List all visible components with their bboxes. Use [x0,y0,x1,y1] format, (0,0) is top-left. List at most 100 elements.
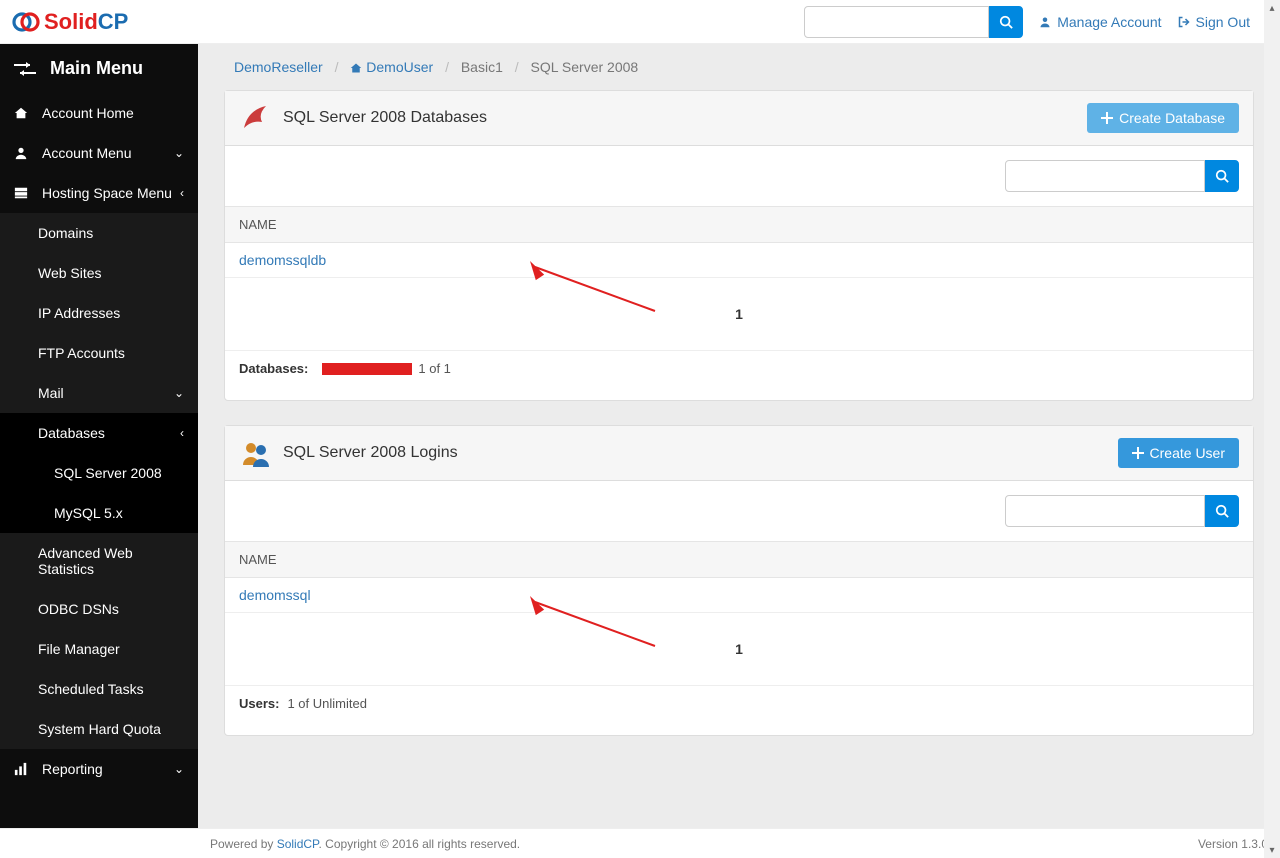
sign-out-icon [1178,16,1190,28]
global-search-button[interactable] [989,6,1023,38]
sidebar-item-domains[interactable]: Domains [0,213,198,253]
logins-search-button[interactable] [1205,495,1239,527]
table-row: demomssql [225,578,1253,613]
scroll-down-icon[interactable]: ▾ [1264,842,1280,858]
databases-search-button[interactable] [1205,160,1239,192]
sidebar-item-ip-addresses[interactable]: IP Addresses [0,293,198,333]
sidebar-item-label: System Hard Quota [38,721,161,737]
sidebar-title: Main Menu [0,44,198,93]
content: DemoReseller / DemoUser / Basic1 / SQL S… [198,44,1280,828]
breadcrumb-reseller[interactable]: DemoReseller [234,59,323,75]
search-icon [999,15,1013,29]
footer: Powered by SolidCP. Copyright © 2016 all… [0,828,1280,858]
sqlserver-icon [239,101,273,135]
sidebar-item-account-home[interactable]: Account Home [0,93,198,133]
search-icon [1215,169,1229,183]
summary-label: Databases: [239,361,308,376]
version-label: Version 1.3.0 [1198,837,1268,851]
user-icon [14,146,30,160]
server-icon [14,186,30,200]
sidebar-item-label: Account Home [42,105,134,121]
sidebar-item-label: ODBC DSNs [38,601,119,617]
manage-account-label: Manage Account [1057,14,1161,30]
column-header-name[interactable]: NAME [225,206,1253,243]
plus-icon [1132,447,1144,459]
home-icon [14,106,30,120]
manage-account-link[interactable]: Manage Account [1039,14,1161,30]
sidebar-item-label: Hosting Space Menu [42,185,172,201]
users-icon [239,436,273,470]
global-search-input[interactable] [804,6,989,38]
breadcrumb-user[interactable]: DemoUser [350,59,437,75]
sidebar-item-databases[interactable]: Databases ‹ [0,413,198,453]
sidebar-item-system-hard-quota[interactable]: System Hard Quota [0,709,198,749]
scroll-up-icon[interactable]: ▴ [1264,0,1280,16]
chevron-down-icon: ⌄ [174,386,184,400]
sign-out-link[interactable]: Sign Out [1178,14,1250,30]
breadcrumb-leaf: SQL Server 2008 [531,59,639,75]
logins-search-input[interactable] [1005,495,1205,527]
sidebar-item-label: SQL Server 2008 [54,465,162,481]
create-database-button[interactable]: Create Database [1087,103,1239,133]
databases-search [1005,160,1239,192]
chevron-left-icon: ‹ [180,426,184,440]
breadcrumb-plan: Basic1 [461,59,503,75]
sidebar-item-odbc-dsns[interactable]: ODBC DSNs [0,589,198,629]
panel-title: SQL Server 2008 Logins [283,444,458,462]
sidebar-item-label: MySQL 5.x [54,505,123,521]
logins-search [1005,495,1239,527]
home-icon [350,62,362,74]
sidebar-item-sql-server-2008[interactable]: SQL Server 2008 [0,453,198,493]
sidebar-item-label: FTP Accounts [38,345,125,361]
sidebar-item-account-menu[interactable]: Account Menu ⌄ [0,133,198,173]
sidebar-item-label: Scheduled Tasks [38,681,144,697]
browser-scrollbar[interactable]: ▴ ▾ [1264,0,1280,858]
sidebar-item-ftp-accounts[interactable]: FTP Accounts [0,333,198,373]
sidebar-item-reporting[interactable]: Reporting ⌄ [0,749,198,789]
databases-search-input[interactable] [1005,160,1205,192]
login-link[interactable]: demomssql [239,587,311,603]
sidebar-item-label: Databases [38,425,105,441]
sidebar-item-label: Mail [38,385,64,401]
pager: 1 [225,278,1253,350]
sidebar-item-label: Reporting [42,761,103,777]
plus-icon [1101,112,1113,124]
column-header-name[interactable]: NAME [225,541,1253,578]
users-summary: Users: 1 of Unlimited [225,685,1253,721]
database-link[interactable]: demomssqldb [239,252,326,268]
chart-icon [14,762,30,776]
logo-icon [10,6,42,38]
sidebar-item-websites[interactable]: Web Sites [0,253,198,293]
search-icon [1215,504,1229,518]
menu-icon [14,60,36,78]
footer-text: Powered by SolidCP. Copyright © 2016 all… [210,837,520,851]
sidebar-item-advanced-web-statistics[interactable]: Advanced Web Statistics [0,533,198,589]
sidebar-item-mail[interactable]: Mail ⌄ [0,373,198,413]
sidebar-item-mysql-5x[interactable]: MySQL 5.x [0,493,198,533]
logins-panel: SQL Server 2008 Logins Create User NAME … [224,425,1254,736]
top-bar: SolidCP Manage Account Sign Out [0,0,1280,44]
footer-brand-link[interactable]: SolidCP [277,837,319,851]
databases-summary: Databases: 1 of 1 [225,350,1253,386]
sidebar-item-label: Web Sites [38,265,102,281]
sidebar-item-label: Domains [38,225,93,241]
breadcrumb: DemoReseller / DemoUser / Basic1 / SQL S… [198,44,1280,90]
create-user-button[interactable]: Create User [1118,438,1239,468]
logo-text: SolidCP [44,9,128,35]
page-number[interactable]: 1 [735,306,743,322]
chevron-down-icon: ⌄ [174,762,184,776]
summary-text: 1 of 1 [418,361,451,376]
sidebar: Main Menu Account Home Account Menu ⌄ Ho… [0,44,198,828]
button-label: Create Database [1119,110,1225,126]
sidebar-item-scheduled-tasks[interactable]: Scheduled Tasks [0,669,198,709]
summary-label: Users: [239,696,279,711]
sidebar-item-file-manager[interactable]: File Manager [0,629,198,669]
sidebar-item-hosting-space[interactable]: Hosting Space Menu ‹ [0,173,198,213]
logo[interactable]: SolidCP [10,6,128,38]
pager: 1 [225,613,1253,685]
sidebar-item-label: Advanced Web Statistics [38,545,184,577]
panel-title: SQL Server 2008 Databases [283,109,487,127]
user-icon [1039,16,1051,28]
page-number[interactable]: 1 [735,641,743,657]
chevron-left-icon: ‹ [180,186,184,200]
